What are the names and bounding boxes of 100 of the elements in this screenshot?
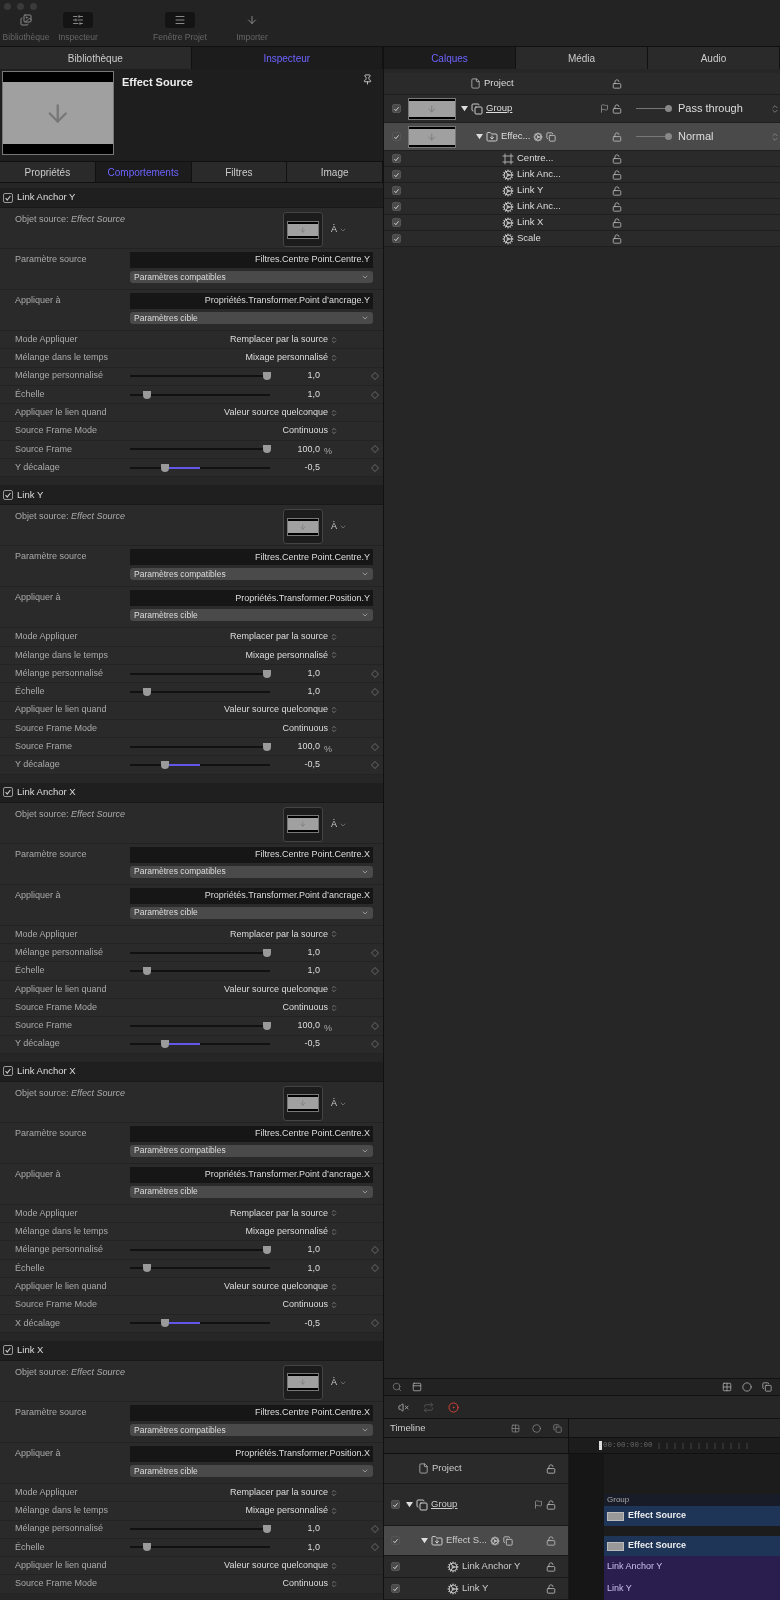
value-field[interactable]: 1,0 — [270, 1243, 320, 1257]
popup-menu[interactable]: Mixage personnalisé — [130, 1225, 338, 1239]
parameter-field[interactable]: Propriétés.Transformer.Point d’ancrage.X — [130, 1166, 373, 1183]
unlock-icon[interactable] — [546, 1583, 556, 1594]
timeline-layer-row[interactable]: Effect S... — [384, 1526, 569, 1556]
checkbox[interactable] — [391, 132, 401, 141]
value-field[interactable]: 1,0 — [270, 1522, 320, 1536]
popup-menu[interactable]: Remplacer par la source — [130, 927, 338, 942]
stacked-squares-icon[interactable] — [762, 1382, 772, 1392]
popup-menu[interactable]: Remplacer par la source — [130, 1206, 338, 1221]
tab[interactable]: Image — [287, 162, 383, 182]
checkbox[interactable] — [3, 1066, 13, 1077]
circle-icon[interactable] — [742, 1382, 752, 1392]
checkbox[interactable] — [391, 170, 401, 179]
popup-menu[interactable]: Remplacer par la source — [130, 630, 338, 644]
image-well[interactable] — [283, 806, 323, 842]
popup-menu[interactable]: Continuous — [130, 1298, 338, 1312]
value-field[interactable]: 1,0 — [270, 1261, 320, 1276]
popup-menu[interactable]: Continuous — [130, 721, 338, 736]
unlock-icon[interactable] — [546, 1535, 556, 1546]
slider-thumb[interactable] — [142, 1543, 151, 1552]
slider-thumb[interactable] — [142, 1264, 151, 1273]
slider-thumb[interactable] — [263, 1021, 272, 1030]
parameter-field[interactable]: Propriétés.Transformer.Point d’ancrage.Y — [130, 293, 373, 309]
slider-thumb[interactable] — [142, 390, 151, 399]
popup-menu[interactable]: Continuous — [130, 1577, 338, 1591]
circle-icon[interactable] — [532, 1423, 541, 1433]
timeline-layer-row[interactable]: Project — [384, 1454, 569, 1484]
checkbox[interactable] — [390, 1584, 400, 1593]
unlock-icon[interactable] — [612, 169, 622, 180]
slider-thumb[interactable] — [161, 1040, 169, 1049]
slider-thumb[interactable] — [263, 948, 272, 957]
checkbox[interactable] — [391, 202, 401, 211]
value-field[interactable]: 100,0 — [270, 442, 320, 457]
slider-thumb[interactable] — [263, 445, 272, 454]
checkbox[interactable] — [390, 1562, 400, 1571]
popup-menu[interactable]: Mixage personnalisé — [130, 1504, 338, 1518]
unlock-icon[interactable] — [546, 1499, 556, 1510]
value-field[interactable]: 100,0 — [270, 740, 320, 754]
value-field[interactable]: 1,0 — [270, 387, 320, 402]
image-well[interactable] — [283, 1364, 323, 1400]
checkbox[interactable] — [391, 218, 401, 227]
layer-row[interactable]: Effec... Normal — [384, 123, 780, 151]
tab[interactable]: Bibliothèque — [0, 47, 192, 69]
layer-row[interactable]: Project — [384, 73, 780, 95]
value-field[interactable]: -0,5 — [270, 1037, 320, 1051]
tab[interactable]: Calques — [384, 47, 516, 69]
tab[interactable]: Média — [516, 47, 648, 69]
value-field[interactable]: 1,0 — [270, 369, 320, 383]
unlock-icon[interactable] — [612, 78, 622, 89]
value-field[interactable]: -0,5 — [270, 460, 320, 475]
object-picker[interactable]: À — [331, 1375, 347, 1390]
parameter-dropdown[interactable]: Paramètres compatibles — [130, 1144, 373, 1157]
checkbox[interactable] — [391, 154, 401, 163]
unlock-icon[interactable] — [612, 153, 622, 164]
image-well[interactable] — [283, 1085, 323, 1121]
popup-menu[interactable]: Remplacer par la source — [130, 1485, 338, 1500]
parameter-field[interactable]: Filtres.Centre Point.Centre.X — [130, 1404, 373, 1421]
muted-speaker-icon[interactable] — [398, 1401, 409, 1413]
disclosure-triangle-icon[interactable] — [421, 1537, 428, 1544]
unlock-icon[interactable] — [612, 185, 622, 196]
layer-row[interactable]: Link Anc... — [384, 199, 780, 215]
popup-menu[interactable]: Valeur source quelconque — [130, 406, 338, 420]
slider-thumb[interactable] — [263, 372, 272, 381]
value-field[interactable]: 1,0 — [270, 964, 320, 978]
disclosure-triangle-icon[interactable] — [476, 133, 483, 140]
slider-thumb[interactable] — [142, 967, 151, 975]
object-picker[interactable]: À — [331, 817, 347, 832]
value-field[interactable]: -0,5 — [270, 1316, 320, 1330]
popup-menu[interactable]: Mixage personnalisé — [130, 351, 338, 365]
toolbar-button[interactable] — [63, 12, 93, 28]
checkbox[interactable] — [390, 1500, 400, 1509]
layer-row[interactable]: Link Y — [384, 183, 780, 199]
layer-row[interactable]: Link X — [384, 215, 780, 231]
slider-thumb[interactable] — [142, 687, 151, 696]
timeline-layer-row[interactable]: Link Anchor Y — [384, 1556, 569, 1578]
unlock-icon[interactable] — [546, 1561, 556, 1572]
popup-menu[interactable]: Valeur source quelconque — [130, 982, 338, 997]
unlock-icon[interactable] — [612, 131, 622, 142]
checkbox[interactable] — [390, 1536, 400, 1545]
tab[interactable]: Audio — [648, 47, 780, 69]
tab[interactable]: Propriétés — [0, 162, 96, 182]
slider-thumb[interactable] — [263, 1246, 272, 1255]
slider-thumb[interactable] — [665, 133, 672, 140]
disclosure-triangle-icon[interactable] — [406, 1501, 413, 1508]
parameter-dropdown[interactable]: Paramètres compatibles — [130, 568, 373, 581]
disclosure-triangle-icon[interactable] — [461, 105, 468, 112]
checkbox[interactable] — [3, 787, 13, 798]
parameter-dropdown[interactable]: Paramètres cible — [130, 1464, 373, 1477]
behavior-bar[interactable]: Link Anchor Y — [604, 1556, 780, 1578]
record-icon[interactable] — [448, 1401, 459, 1413]
unlock-icon[interactable] — [612, 103, 622, 114]
parameter-dropdown[interactable]: Paramètres cible — [130, 312, 373, 324]
parameter-field[interactable]: Filtres.Centre Point.Centre.X — [130, 1125, 373, 1142]
timeline-layer-row[interactable]: Group — [384, 1484, 569, 1526]
tab[interactable]: Filtres — [191, 162, 288, 182]
value-field[interactable]: 1,0 — [270, 1540, 320, 1555]
slider-thumb[interactable] — [263, 742, 272, 751]
slider-thumb[interactable] — [263, 1525, 272, 1534]
checkbox[interactable] — [391, 104, 401, 113]
